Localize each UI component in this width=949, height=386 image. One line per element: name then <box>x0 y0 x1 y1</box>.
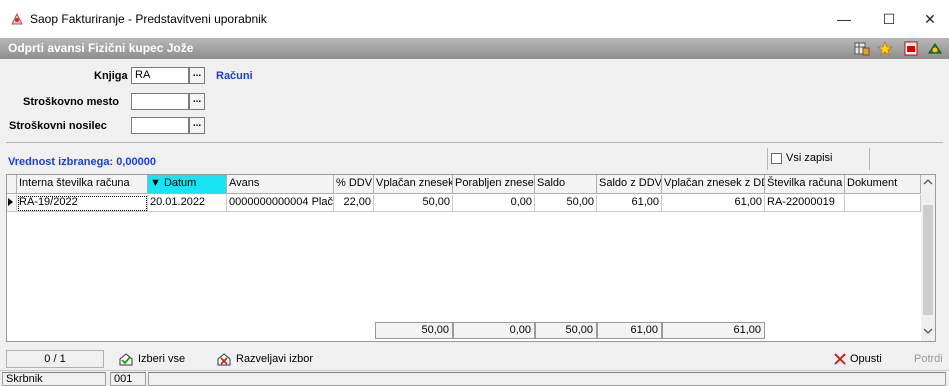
row-indicator[interactable] <box>7 195 17 212</box>
deselect-label: Razveljavi izbor <box>236 353 314 365</box>
stroskovno-mesto-input[interactable] <box>131 93 189 110</box>
table-cell-porabljen-znesek[interactable]: 0,00 <box>453 195 535 212</box>
selected-value-text: Vrednost izbranega: 0,00000 <box>8 156 156 168</box>
stroskovni-nosilec-label: Stroškovni nosilec <box>9 120 107 132</box>
col-header-vplacan-znesek[interactable]: Vplačan znesek <box>374 175 453 194</box>
table-cell-vplacan-znesek[interactable]: 50,00 <box>374 195 453 212</box>
knjiga-input[interactable]: RA <box>131 67 189 84</box>
deselect-icon <box>217 353 231 366</box>
table-cell-avans[interactable]: 0000000000004 Plačan <box>227 195 334 212</box>
current-row-arrow-icon <box>8 198 13 206</box>
pdf-icon[interactable] <box>903 41 919 56</box>
knjiga-lookup-button[interactable]: ... <box>189 67 205 84</box>
col-header-porabljen-znesek[interactable]: Porabljen znesek <box>453 175 535 194</box>
minimize-button[interactable]: — <box>834 9 854 29</box>
stroskovno-mesto-lookup-button[interactable]: ... <box>189 93 205 110</box>
vsi-zapisi-checkbox[interactable] <box>771 153 782 164</box>
col-header-vplacan-z-ddv[interactable]: Vplačan znesek z DDV <box>662 175 765 194</box>
table-cell-stevilka-racuna[interactable]: RA-22000019 <box>765 195 845 212</box>
maximize-button[interactable]: ☐ <box>879 9 899 29</box>
favorite-star-icon[interactable] <box>877 41 893 56</box>
col-header-saldo[interactable]: Saldo <box>535 175 597 194</box>
col-header-avans[interactable]: Avans <box>227 175 334 194</box>
page-title: Odprti avansi Fizični kupec Jože <box>8 41 194 55</box>
filter-separator-right <box>869 148 870 170</box>
total-vplacan-z-ddv: 61,00 <box>662 322 765 339</box>
title-bar: Saop Fakturiranje - Predstavitveni upora… <box>0 0 949 38</box>
status-user: Skrbnik <box>2 372 106 386</box>
confirm-button[interactable]: Potrdi <box>914 350 943 368</box>
col-header-datum[interactable]: ▼ Datum <box>148 175 227 194</box>
form-divider <box>6 142 943 143</box>
record-counter: 0 / 1 <box>6 350 104 368</box>
select-all-label: Izberi vse <box>138 353 186 365</box>
knjiga-link[interactable]: Računi <box>216 70 253 82</box>
col-header-dokument[interactable]: Dokument <box>845 175 921 194</box>
help-book-icon[interactable] <box>927 41 943 56</box>
col-header-ddv[interactable]: % DDV <box>334 175 374 194</box>
header-band: Odprti avansi Fizični kupec Jože <box>0 38 949 59</box>
table-cell-datum[interactable]: 20.01.2022 <box>148 195 227 212</box>
table-cell-interna-stevilka[interactable]: RA-19/2022 <box>17 195 148 212</box>
total-saldo: 50,00 <box>535 322 597 339</box>
close-x-icon <box>834 353 846 365</box>
select-all-icon <box>119 353 133 366</box>
cancel-button[interactable]: Opusti <box>834 350 882 368</box>
table-cell-vplacan-z-ddv[interactable]: 61,00 <box>662 195 765 212</box>
total-porabljen-znesek: 0,00 <box>453 322 535 339</box>
stroskovno-mesto-label: Stroškovno mesto <box>23 96 119 108</box>
select-all-button[interactable]: Izberi vse <box>118 350 185 368</box>
status-bar: Skrbnik 001 <box>0 370 949 386</box>
table-cell-ddv[interactable]: 22,00 <box>334 195 374 212</box>
vsi-zapisi-label: Vsi zapisi <box>786 152 833 164</box>
filter-separator <box>767 148 768 170</box>
grid-settings-icon[interactable] <box>854 41 870 56</box>
knjiga-label: Knjiga <box>94 70 128 82</box>
status-code: 001 <box>110 372 146 386</box>
advances-grid[interactable]: Interna številka računa ▼ Datum Avans % … <box>6 174 936 342</box>
confirm-label: Potrdi <box>914 353 943 365</box>
scroll-up-icon[interactable] <box>923 178 933 186</box>
cancel-label: Opusti <box>850 353 882 365</box>
stroskovni-nosilec-lookup-button[interactable]: ... <box>189 117 205 134</box>
table-cell-dokument[interactable] <box>845 195 921 212</box>
col-header-stevilka-racuna[interactable]: Številka računa <box>765 175 845 194</box>
close-button[interactable]: ✕ <box>920 9 940 29</box>
window-title: Saop Fakturiranje - Predstavitveni upora… <box>30 12 267 26</box>
table-cell-saldo-z-ddv[interactable]: 61,00 <box>597 195 662 212</box>
col-header-interna-stevilka[interactable]: Interna številka računa <box>17 175 148 194</box>
status-message <box>148 372 946 386</box>
total-saldo-z-ddv: 61,00 <box>597 322 662 339</box>
total-vplacan-znesek: 50,00 <box>375 322 453 339</box>
row-indicator-header <box>7 175 17 194</box>
scroll-down-icon[interactable] <box>923 327 933 335</box>
scrollbar-thumb[interactable] <box>923 205 933 315</box>
col-header-saldo-z-ddv[interactable]: Saldo z DDV <box>597 175 662 194</box>
table-cell-saldo[interactable]: 50,00 <box>535 195 597 212</box>
vertical-scrollbar[interactable] <box>921 175 935 341</box>
app-logo-icon <box>11 12 23 25</box>
deselect-button[interactable]: Razveljavi izbor <box>216 350 313 368</box>
stroskovni-nosilec-input[interactable] <box>131 117 189 134</box>
